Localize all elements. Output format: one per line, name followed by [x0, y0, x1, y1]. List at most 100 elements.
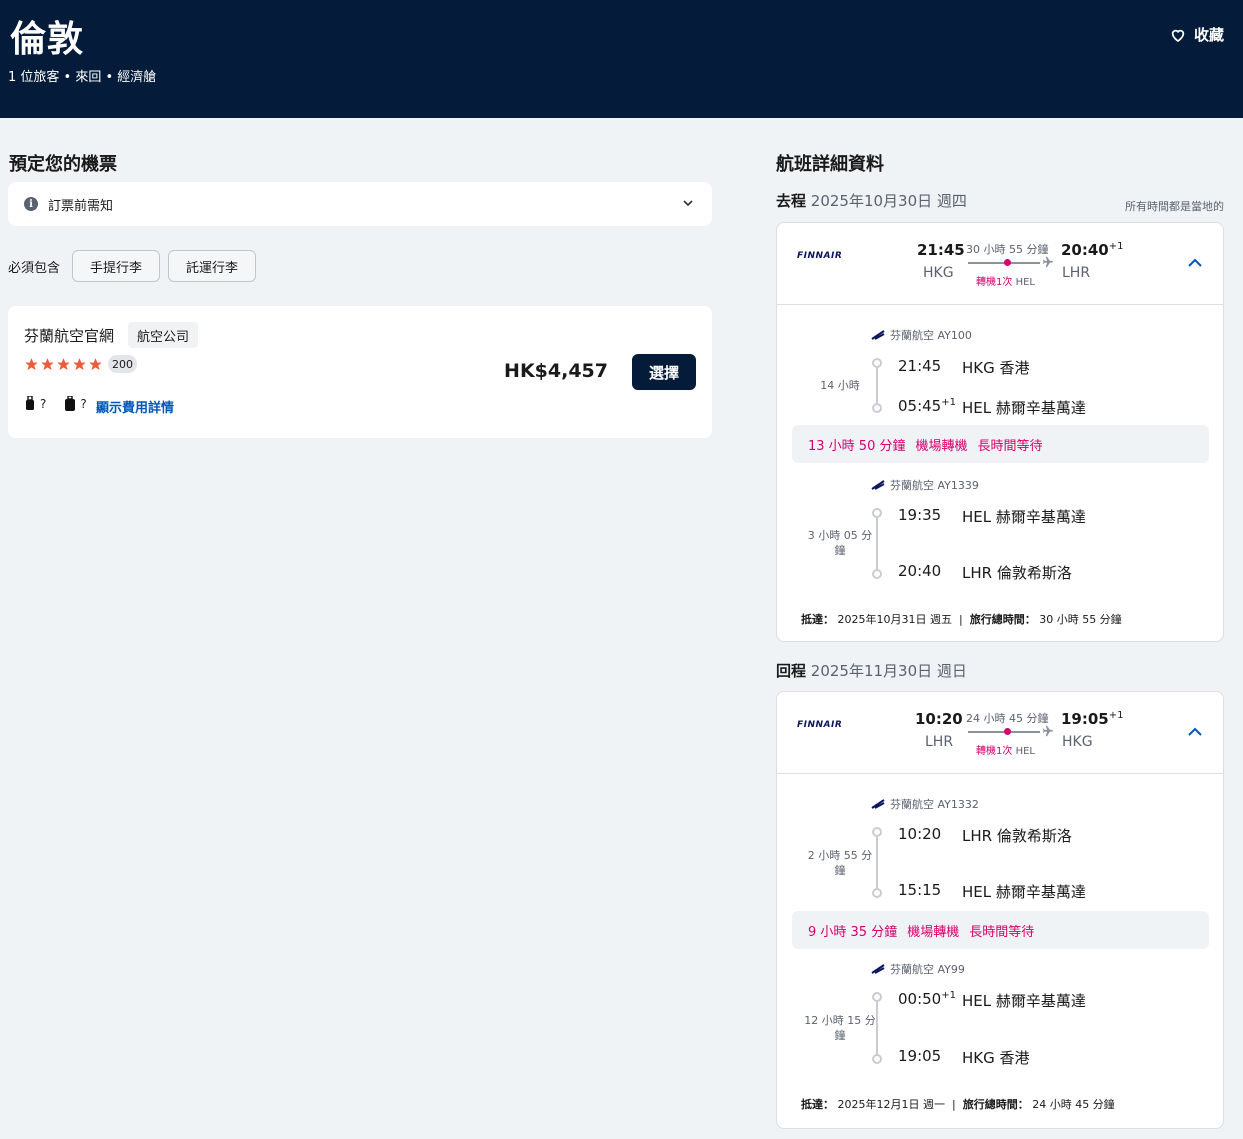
flight-number: 芬蘭航空 AY1332 [890, 798, 979, 811]
segment-dep-time: 00:50+1 [898, 990, 956, 1008]
segment-node [872, 888, 882, 898]
segment-node [872, 1054, 882, 1064]
stop-dot [1004, 259, 1011, 266]
layover-warning: 長時間等待 [969, 924, 1035, 940]
inbound-date: 2025年11月30日 週日 [810, 662, 967, 680]
arr-time-value: 19:05 [1061, 710, 1109, 728]
segment-line [876, 513, 878, 573]
dep-code: LHR [925, 734, 954, 750]
cabin-bag-icon [26, 396, 34, 410]
outbound-label: 去程 [776, 192, 807, 210]
include-label: 必須包含 [8, 261, 61, 276]
total-time: 24 小時 45 分鐘 [1032, 1098, 1115, 1111]
arrive-date: 2025年10月31日 週五 [837, 613, 953, 626]
segment-node [872, 403, 882, 413]
arrive-date: 2025年12月1日 週一 [837, 1098, 946, 1111]
layover-warning: 長時間等待 [977, 438, 1043, 454]
arrive-label: 抵達： [801, 613, 834, 626]
segment-arr-place: HKG 香港 [962, 1049, 1030, 1067]
segment-airline: 芬蘭航空 AY100 [871, 327, 972, 343]
outbound-summary[interactable]: FINNAIR 21:45 HKG 30 小時 55 分鐘 轉機1次 HEL 2… [777, 223, 1223, 305]
chevron-down-icon [683, 200, 693, 207]
segment-dep-time: 19:35 [898, 506, 942, 524]
star-icon [41, 358, 54, 371]
layover-type: 機場轉機 [915, 438, 968, 454]
notice-label: 訂票前需知 [48, 198, 114, 214]
total-label: 旅行總時間： [962, 1098, 1029, 1111]
segment-airline: 芬蘭航空 AY1332 [871, 796, 979, 812]
flight-number: 芬蘭航空 AY99 [890, 963, 965, 976]
total-duration: 30 小時 55 分鐘 [966, 243, 1049, 256]
stop-code: HEL [1015, 277, 1035, 288]
airline-tail-icon [871, 330, 885, 340]
flight-number: 芬蘭航空 AY100 [890, 329, 972, 342]
plane-icon [1042, 725, 1053, 737]
airline-tail-icon [871, 480, 885, 490]
segment-duration: 2 小時 55 分鐘 [807, 849, 873, 877]
outbound-heading: 去程 2025年10月30日 週四 [776, 190, 967, 211]
star-icon [89, 358, 102, 371]
layover-duration: 9 小時 35 分鐘 [808, 924, 898, 940]
arrival-summary: 抵達： 2025年12月1日 週一 | 旅行總時間： 24 小時 45 分鐘 [801, 1098, 1115, 1111]
show-fee-details-link[interactable]: 顯示費用詳情 [96, 397, 174, 416]
checked-bag-filter[interactable]: 託運行李 [168, 250, 256, 282]
select-offer-button[interactable]: 選擇 [632, 354, 696, 390]
outbound-card: FINNAIR 21:45 HKG 30 小時 55 分鐘 轉機1次 HEL 2… [776, 222, 1224, 642]
offer-price: HK$4,457 [504, 360, 608, 382]
segment-arr-time: 20:40 [898, 562, 942, 580]
segment-airline: 芬蘭航空 AY99 [871, 961, 965, 977]
segment-arr-time: 15:15 [898, 881, 942, 899]
arr-code: HKG [1062, 734, 1093, 750]
checked-bag-status: ? [80, 397, 87, 411]
segment-dep-place: HEL 赫爾辛基萬達 [962, 508, 1086, 526]
inbound-card: FINNAIR 10:20 LHR 24 小時 45 分鐘 轉機1次 HEL 1… [776, 691, 1224, 1129]
baggage-info: ? ? [24, 396, 87, 412]
cabin-bag-status: ? [40, 397, 47, 411]
layover-banner: 9 小時 35 分鐘 機場轉機 長時間等待 [792, 911, 1209, 949]
segment-arr-time: 05:45+1 [898, 397, 956, 415]
segment-arr-place: HEL 赫爾辛基萬達 [962, 399, 1086, 417]
offer-card: 芬蘭航空官網 航空公司 200 ? ? 顯示費用詳情 HK$4,457 選擇 [8, 306, 712, 438]
day-offset: +1 [941, 397, 956, 408]
arr-time: 19:05+1 [1061, 710, 1124, 728]
dep-code: HKG [923, 265, 954, 281]
booking-notice-toggle[interactable]: i 訂票前需知 [8, 182, 712, 226]
airline-tail-icon [871, 964, 885, 974]
segment-line [876, 363, 878, 407]
save-label: 收藏 [1193, 26, 1224, 44]
stop-dot [1004, 728, 1011, 735]
cabin-bag-filter[interactable]: 手提行李 [72, 250, 160, 282]
top-header: 倫敦 1 位旅客 • 來回 • 經濟艙 收藏 [0, 0, 1243, 118]
segment-arr-place: HEL 赫爾辛基萬達 [962, 883, 1086, 901]
chevron-up-icon[interactable] [1187, 255, 1203, 271]
segment-dep-time: 10:20 [898, 825, 942, 843]
chevron-up-icon[interactable] [1187, 724, 1203, 740]
segment-duration: 3 小時 05 分鐘 [807, 529, 873, 557]
arr-time-value: 05:45 [898, 397, 942, 415]
plane-icon [1042, 256, 1053, 268]
inbound-summary[interactable]: FINNAIR 10:20 LHR 24 小時 45 分鐘 轉機1次 HEL 1… [777, 692, 1223, 774]
layover-duration: 13 小時 50 分鐘 [808, 438, 906, 454]
day-offset: +1 [1108, 241, 1124, 252]
flight-number: 芬蘭航空 AY1339 [890, 479, 979, 492]
airline-tail-icon [871, 799, 885, 809]
star-icon [73, 358, 86, 371]
day-offset: +1 [1108, 710, 1124, 721]
save-button[interactable]: 收藏 [1170, 24, 1224, 45]
inbound-heading: 回程 2025年11月30日 週日 [776, 660, 967, 681]
rating-count: 200 [108, 355, 137, 373]
airline-logo: FINNAIR [797, 251, 843, 261]
segment-dep-time: 21:45 [898, 357, 942, 375]
star-rating [24, 357, 103, 372]
provider-name: 芬蘭航空官網 [24, 327, 115, 345]
segment-line [876, 832, 878, 892]
provider-type-badge: 航空公司 [128, 322, 199, 348]
outbound-date: 2025年10月30日 週四 [810, 192, 967, 210]
total-label: 旅行總時間： [969, 613, 1036, 626]
segment-dep-place: LHR 倫敦希斯洛 [962, 827, 1072, 845]
arr-time: 20:40+1 [1061, 241, 1124, 259]
segment-node [872, 508, 882, 518]
segment-dep-place: HKG 香港 [962, 359, 1030, 377]
arrive-label: 抵達： [801, 1098, 834, 1111]
layover-type: 機場轉機 [907, 924, 960, 940]
